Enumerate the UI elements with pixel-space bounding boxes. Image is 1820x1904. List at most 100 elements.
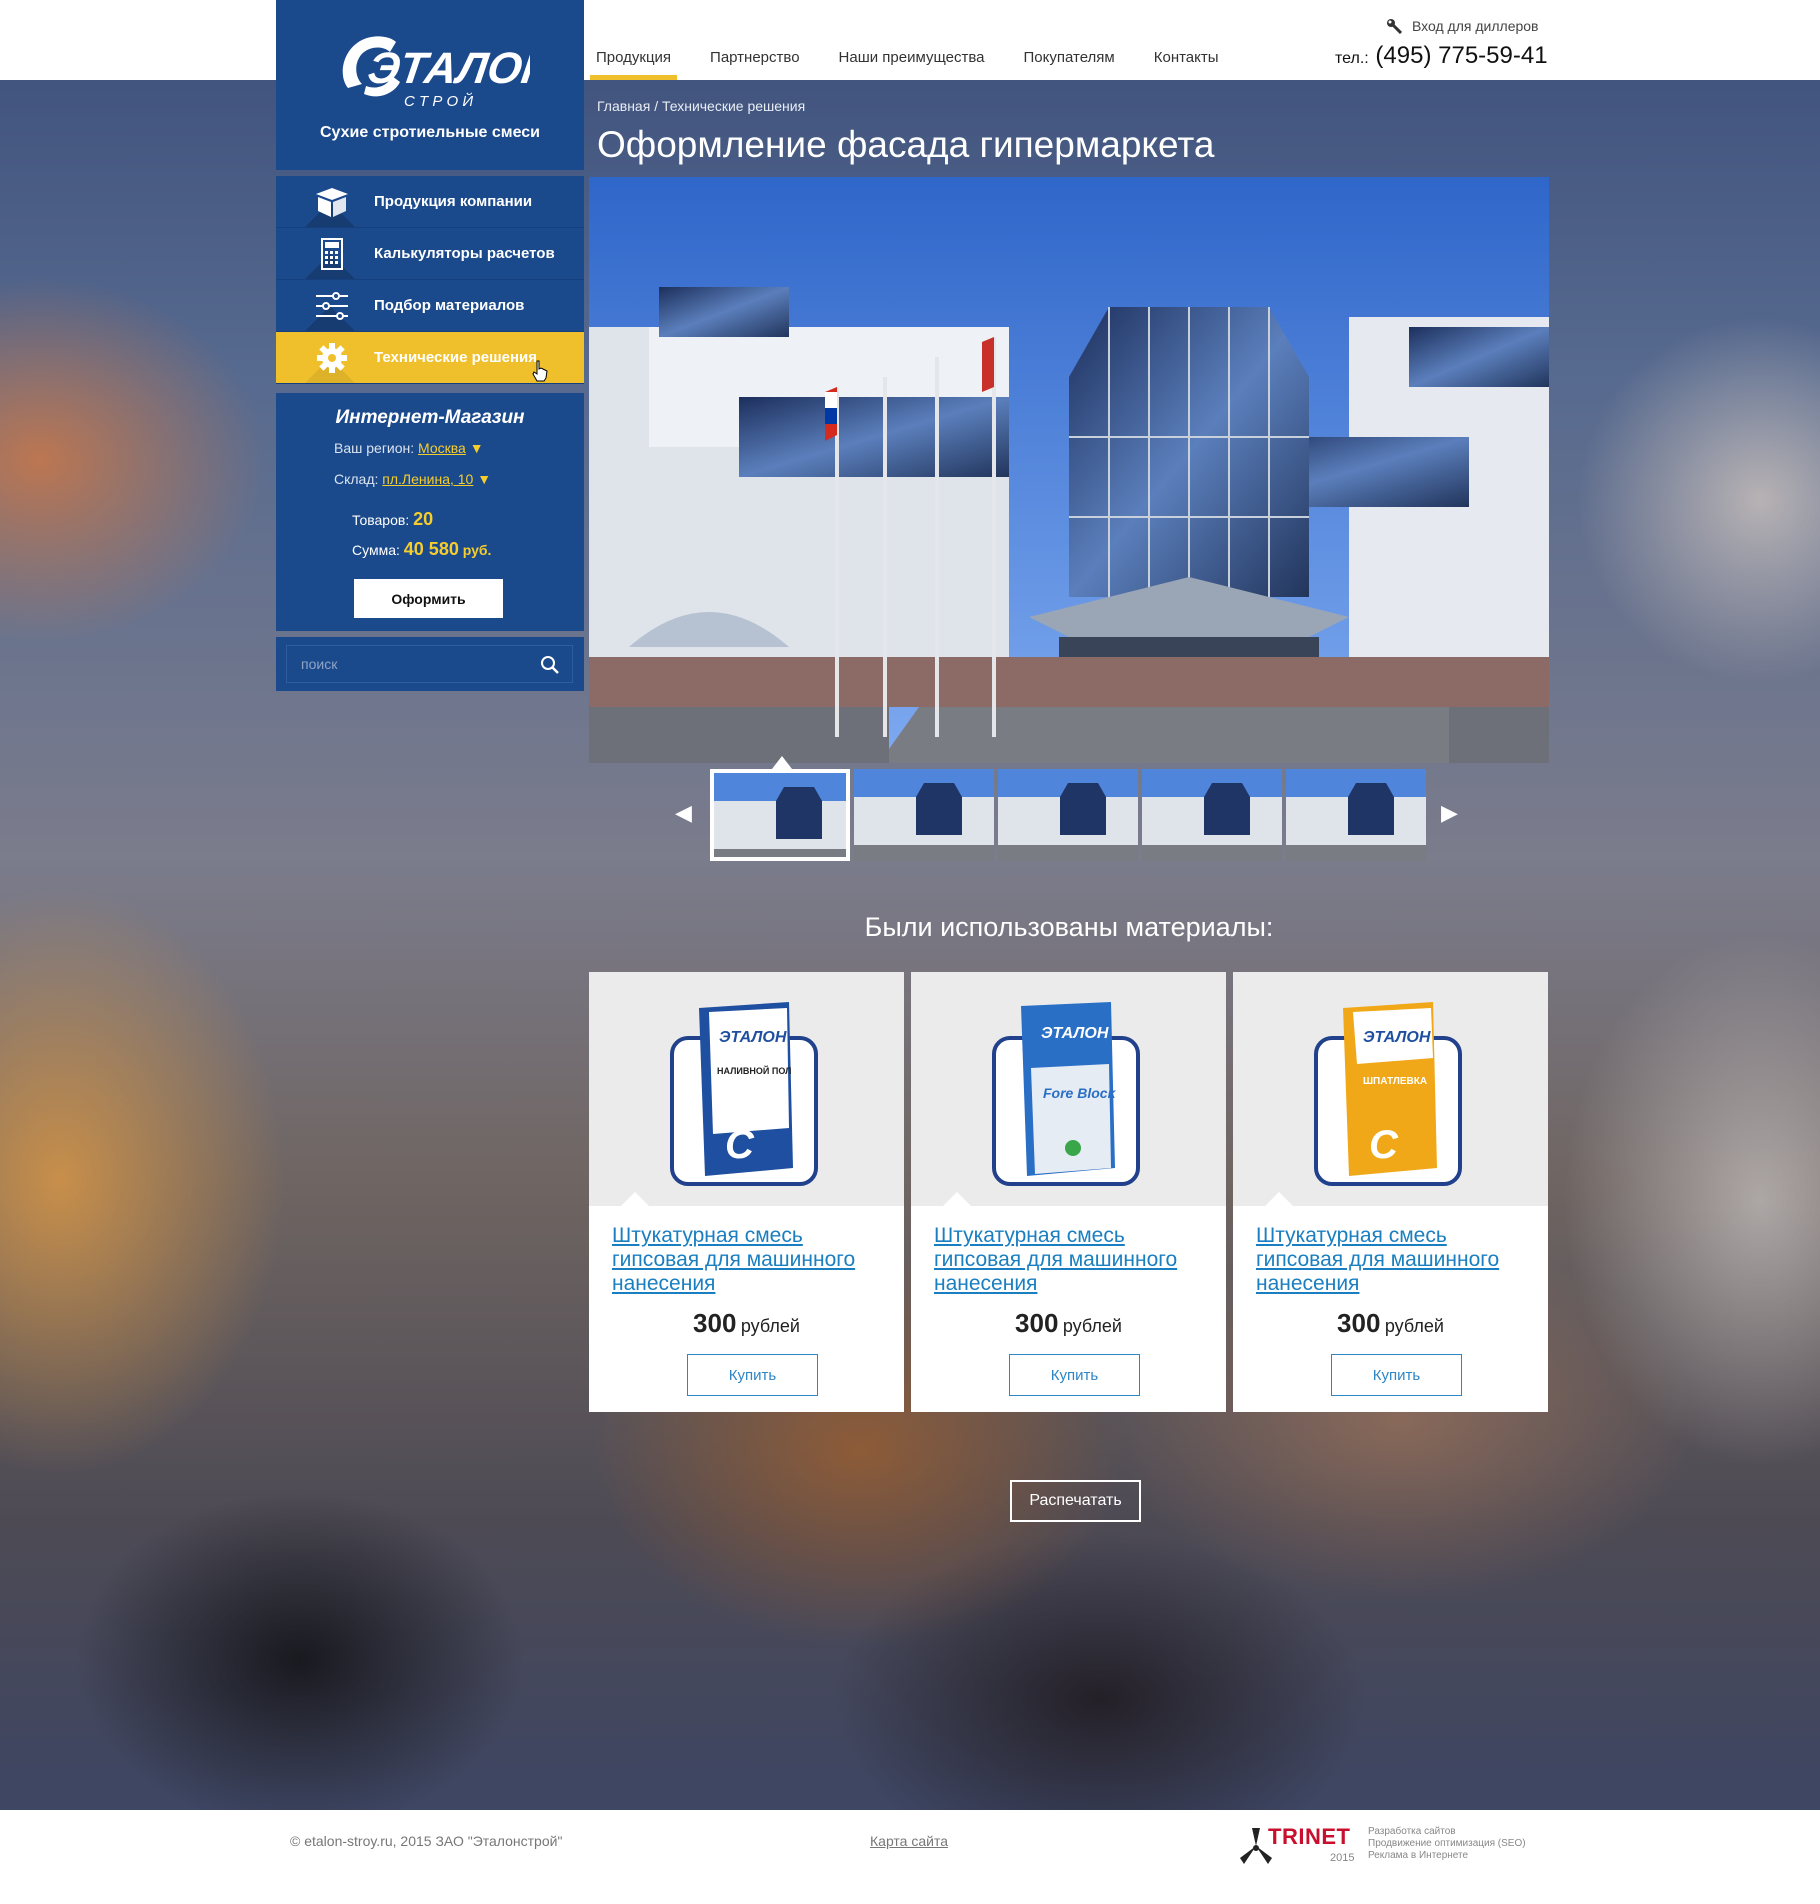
search-panel	[276, 637, 584, 691]
gallery-thumbnail[interactable]	[998, 769, 1138, 861]
sidebar-item-calculators[interactable]: Калькуляторы расчетов	[276, 228, 584, 280]
sidebar-item-materials[interactable]: Подбор материалов	[276, 280, 584, 332]
developer-year: 2015	[1330, 1852, 1355, 1864]
materials-heading: Были использованы материалы:	[864, 912, 1274, 942]
product-bag-image: ЭТАЛОН ШПАТЛЕВКА С	[1314, 1002, 1462, 1186]
shop-title: Интернет-Магазин	[335, 407, 525, 428]
product-price: 300 рублей	[1233, 1308, 1548, 1339]
price-currency: рублей	[740, 1316, 800, 1336]
bag-label: Fore Block	[1043, 1085, 1117, 1101]
card-notch	[1265, 1192, 1293, 1206]
gallery-thumbnail[interactable]	[710, 769, 850, 861]
buy-button[interactable]: Купить	[1331, 1354, 1462, 1396]
product-bag-image: ЭТАЛОН Fore Block	[992, 1002, 1140, 1186]
product-image-area: ЭТАЛОН НАЛИВНОЙ ПОЛ С	[589, 972, 904, 1206]
gallery-prev-button[interactable]: ◀	[675, 800, 692, 826]
product-image-area: ЭТАЛОН ШПАТЛЕВКА С	[1233, 972, 1548, 1206]
dealer-login-link[interactable]: Вход для диллеров	[1386, 18, 1539, 34]
card-notch	[621, 1192, 649, 1206]
wrench-icon	[1387, 19, 1402, 34]
items-count-row: Товаров: 20	[352, 509, 433, 530]
region-select[interactable]: Москва	[418, 440, 466, 456]
developer-services: Разработка сайтов Продвижение оптимизаци…	[1368, 1826, 1526, 1862]
product-price: 300 рублей	[911, 1308, 1226, 1339]
product-name-link[interactable]: Штукатурная смесь гипсовая для машинного…	[934, 1224, 1214, 1296]
sidebar-item-label: Продукция компании	[374, 193, 533, 210]
developer-service-line: Продвижение оптимизация (SEO)	[1368, 1838, 1526, 1849]
nav-item-buyers[interactable]: Покупателям	[1024, 0, 1115, 80]
checkout-button[interactable]: Оформить	[354, 579, 503, 618]
sum-row: Сумма: 40 580 руб.	[352, 539, 491, 560]
breadcrumb-home[interactable]: Главная	[597, 98, 650, 114]
product-card: ЭТАЛОН НАЛИВНОЙ ПОЛ С Штукатурная смесь …	[589, 972, 904, 1412]
search-icon[interactable]	[540, 655, 560, 675]
gallery-thumbnail[interactable]	[1142, 769, 1282, 861]
gear-icon	[317, 343, 347, 373]
price-currency: рублей	[1062, 1316, 1122, 1336]
warehouse-row: Склад: пл.Ленина, 10 ▼	[334, 471, 491, 487]
warehouse-select[interactable]: пл.Ленина, 10	[382, 471, 473, 487]
gallery-thumbnail[interactable]	[1286, 769, 1426, 861]
online-shop-panel: Интернет-Магазин Ваш регион: Москва ▼ Ск…	[276, 393, 584, 631]
sidebar-item-technical-solutions[interactable]: Технические решения	[276, 332, 584, 384]
developer-service-line: Разработка сайтов	[1368, 1826, 1456, 1837]
company-logo: ЭТАЛОН С Т Р О Й	[342, 36, 530, 110]
dealer-login-label: Вход для диллеров	[1412, 18, 1539, 34]
product-card: ЭТАЛОН Fore Block Штукатурная смесь гипс…	[911, 972, 1226, 1412]
dropdown-arrow-icon[interactable]: ▼	[477, 471, 491, 487]
card-notch	[943, 1192, 971, 1206]
sidebar-item-label: Подбор материалов	[374, 297, 525, 314]
sliders-icon	[316, 292, 348, 320]
sidebar-item-label: Технические решения	[374, 349, 538, 366]
warehouse-label: Склад:	[334, 471, 379, 487]
logo-block[interactable]: ЭТАЛОН С Т Р О Й Сухие стротиельные смес…	[276, 0, 584, 170]
sum-label: Сумма:	[352, 542, 400, 558]
items-label: Товаров:	[352, 512, 410, 528]
nav-item-partnership[interactable]: Партнерство	[710, 0, 800, 80]
bag-label: ШПАТЛЕВКА	[1363, 1076, 1427, 1087]
dropdown-arrow-icon[interactable]: ▼	[470, 440, 484, 456]
brand-tagline: Сухие стротиельные смеси	[319, 124, 540, 141]
buy-button[interactable]: Купить	[1009, 1354, 1140, 1396]
thumb-pointer	[772, 756, 792, 769]
hand-cursor-icon	[532, 360, 548, 382]
price-value: 300	[693, 1308, 737, 1338]
nav-item-contacts[interactable]: Контакты	[1154, 0, 1219, 80]
svg-text:ЭТАЛОН: ЭТАЛОН	[1363, 1029, 1431, 1046]
page-title: Оформление фасада гипермаркета	[597, 124, 1215, 165]
sidebar-item-products[interactable]: Продукция компании	[276, 176, 584, 228]
gallery-thumbnail[interactable]	[854, 769, 994, 861]
thumbnail-image	[854, 769, 994, 861]
nav-item-advantages[interactable]: Наши преимущества	[839, 0, 985, 80]
price-currency: рублей	[1384, 1316, 1444, 1336]
search-input[interactable]	[287, 656, 527, 672]
developer-name[interactable]: TRINET	[1268, 1824, 1350, 1850]
bag-label: НАЛИВНОЙ ПОЛ	[717, 1065, 791, 1076]
main-navigation: Продукция Партнерство Наши преимущества …	[589, 0, 1258, 80]
svg-text:С: С	[1369, 1123, 1399, 1167]
product-bag-image: ЭТАЛОН НАЛИВНОЙ ПОЛ С	[670, 1002, 818, 1186]
nav-item-products[interactable]: Продукция	[589, 0, 678, 80]
sitemap-link[interactable]: Карта сайта	[870, 1833, 948, 1849]
breadcrumb-current[interactable]: Технические решения	[662, 98, 805, 114]
product-price: 300 рублей	[589, 1308, 904, 1339]
price-value: 300	[1015, 1308, 1059, 1338]
product-name-link[interactable]: Штукатурная смесь гипсовая для машинного…	[1256, 1224, 1536, 1296]
gallery-thumbnails	[710, 769, 1428, 861]
developer-service-line: Реклама в Интернете	[1368, 1850, 1469, 1861]
svg-text:ЭТАЛОН: ЭТАЛОН	[719, 1029, 787, 1046]
gallery-next-button[interactable]: ▶	[1441, 800, 1458, 826]
thumbnail-image	[1142, 769, 1282, 861]
buy-button[interactable]: Купить	[687, 1354, 818, 1396]
product-card: ЭТАЛОН ШПАТЛЕВКА С Штукатурная смесь гип…	[1233, 972, 1548, 1412]
print-button[interactable]: Распечатать	[1010, 1480, 1141, 1522]
product-name-link[interactable]: Штукатурная смесь гипсовая для машинного…	[612, 1224, 892, 1296]
svg-text:ЭТАЛОН: ЭТАЛОН	[1041, 1025, 1109, 1042]
items-count: 20	[413, 509, 434, 529]
sidebar-item-label: Калькуляторы расчетов	[374, 245, 555, 262]
footer	[0, 1810, 1820, 1904]
thumbnail-image	[1286, 769, 1426, 861]
region-label: Ваш регион:	[334, 440, 415, 456]
phone-number: тел.: (495) 775-59-41	[1335, 42, 1548, 70]
thumbnail-image	[714, 773, 846, 857]
